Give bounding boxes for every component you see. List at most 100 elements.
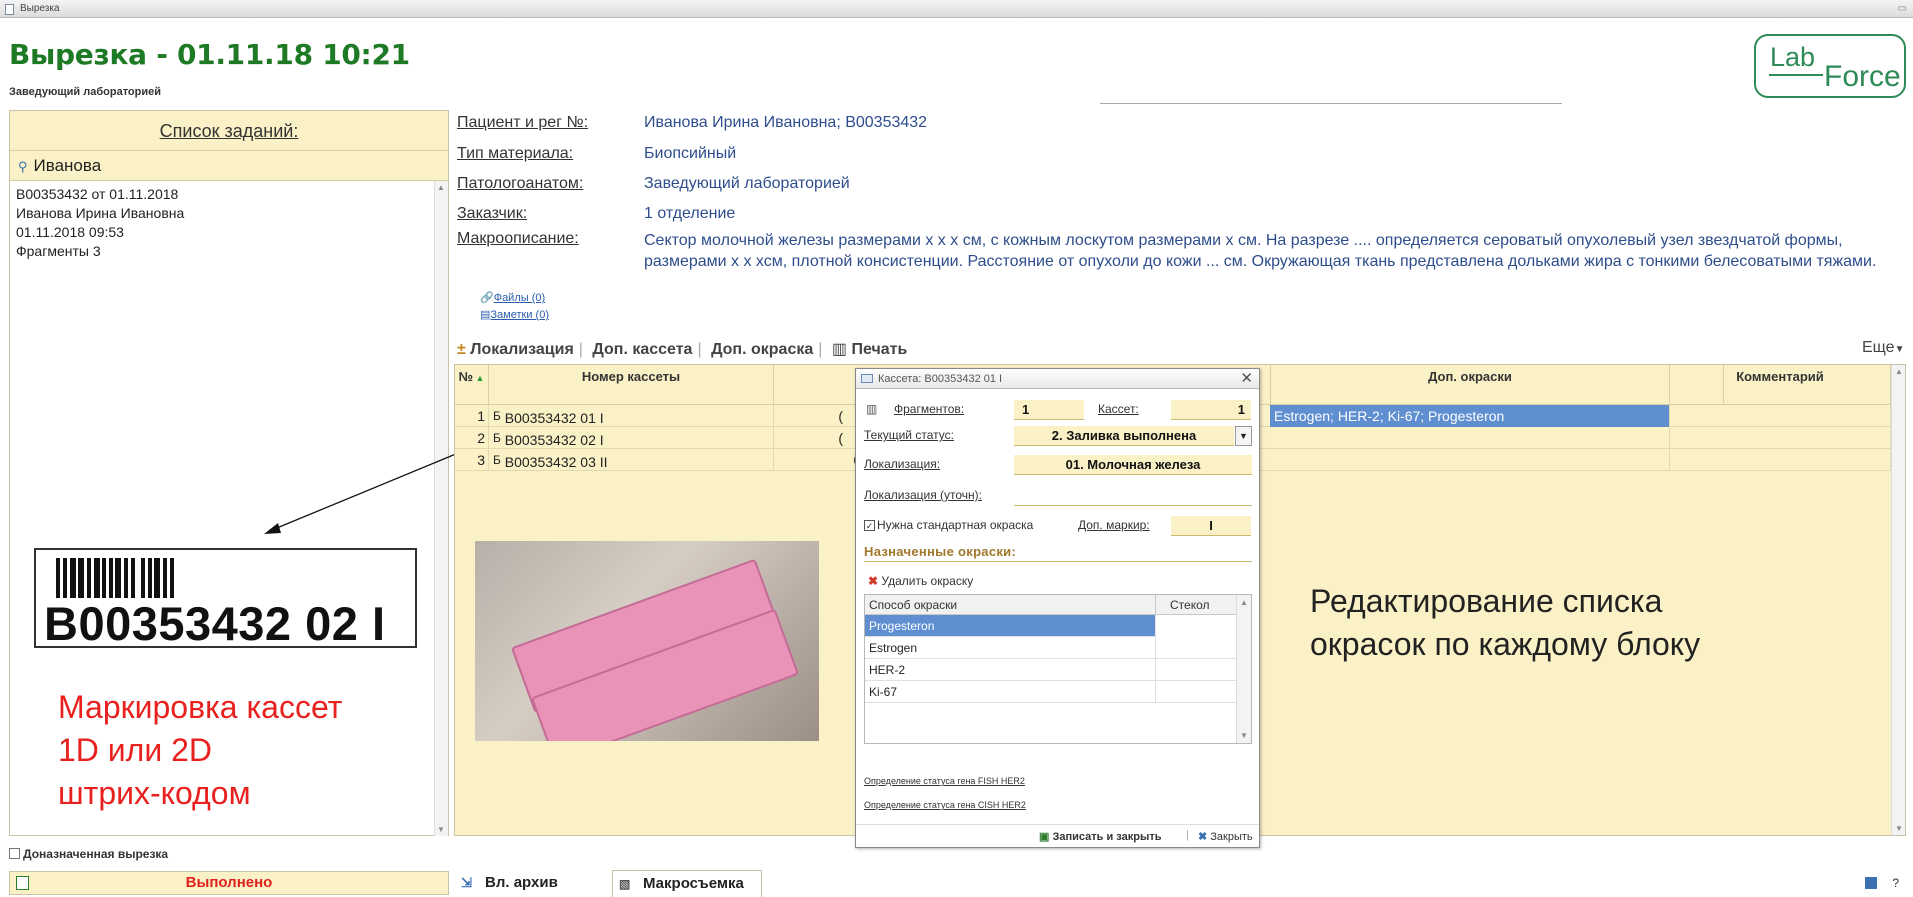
barcode-text: B00353432 02 I xyxy=(44,597,386,650)
labforce-logo: Lab Force xyxy=(1754,34,1906,98)
chevron-down-icon: ▼ xyxy=(1894,344,1905,355)
help-button[interactable]: ? xyxy=(1892,876,1899,890)
stain-table-scrollbar[interactable]: ▲ ▼ xyxy=(1236,595,1251,743)
cish-her2-link[interactable]: Определение статуса гена CISH HER2 xyxy=(864,800,1026,810)
sort-icon: ▲ xyxy=(473,373,485,383)
col-method[interactable]: Способ окраски xyxy=(869,595,957,615)
fish-her2-link[interactable]: Определение статуса гена FISH HER2 xyxy=(864,776,1025,786)
localization-detail-input[interactable] xyxy=(1014,486,1252,506)
col-num[interactable]: № ▲ xyxy=(455,365,489,405)
pathologist-value: Заведующий лабораторией xyxy=(644,175,850,192)
extra-stain-button[interactable]: Доп. окраска xyxy=(711,341,813,358)
files-link[interactable]: 🔗Файлы (0) xyxy=(480,290,549,307)
close-button[interactable]: ✖ Закрыть xyxy=(1198,830,1253,843)
status-label: Текущий статус: xyxy=(864,428,954,442)
stain-table-header: Способ окраски Стекол xyxy=(865,595,1237,615)
close-icon[interactable]: ✕ xyxy=(1240,369,1253,389)
window-titlebar: Вырезка ▭ xyxy=(0,0,1913,18)
scroll-up-icon[interactable]: ▲ xyxy=(437,183,445,192)
task-date: 01.11.2018 09:53 xyxy=(16,224,124,240)
stain-row[interactable]: Estrogen xyxy=(865,637,1237,659)
extra-mark-input[interactable]: I xyxy=(1171,516,1251,536)
checkbox-icon xyxy=(9,848,20,859)
customer-value: 1 отделение xyxy=(644,205,736,222)
stain-row[interactable]: Ki-67 xyxy=(865,681,1237,703)
task-list-title[interactable]: Список заданий: xyxy=(10,111,448,151)
scroll-down-icon[interactable]: ▼ xyxy=(1895,824,1903,833)
save-close-button[interactable]: ▣ Записать и закрыть xyxy=(1039,830,1162,843)
tab-archive[interactable]: ⇲ Вл. архив xyxy=(455,870,605,897)
save-icon: ▣ xyxy=(1039,831,1050,843)
scroll-down-icon[interactable]: ▼ xyxy=(1240,731,1248,740)
page-title: Вырезка - 01.11.18 10:21 xyxy=(9,38,410,71)
pathologist-label[interactable]: Патологоанатом: xyxy=(457,175,583,193)
delete-stain-button[interactable]: ✖ Удалить окраску xyxy=(868,574,973,588)
row-extra-stains xyxy=(1270,449,1670,471)
row-extra-stains: Estrogen; HER-2; Ki-67; Progesteron xyxy=(1270,405,1670,427)
cassette-photo xyxy=(475,541,819,741)
task-search[interactable]: ⚲ Иванова xyxy=(10,151,448,181)
logo-underline xyxy=(1769,74,1823,76)
editing-note: Редактирование списка окрасок по каждому… xyxy=(1310,580,1700,666)
dialog-title: Кассета: B00353432 01 I xyxy=(878,373,1003,385)
grid-scrollbar[interactable]: ▲ ▼ xyxy=(1891,365,1905,835)
status-select[interactable]: 2. Заливка выполнена xyxy=(1014,426,1234,446)
more-button[interactable]: Еще▼ xyxy=(1862,339,1904,357)
assigned-stains-title: Назначенные окраски: xyxy=(864,544,1017,559)
cassettes-input[interactable]: 1 xyxy=(1171,400,1251,420)
editing-note-line2: окрасок по каждому блоку xyxy=(1310,626,1701,662)
scroll-up-icon[interactable]: ▲ xyxy=(1895,367,1903,376)
divider xyxy=(1100,103,1562,104)
status-bar[interactable]: Выполнено xyxy=(9,871,449,895)
cassette-number: Б B00353432 03 II xyxy=(489,449,774,471)
material-label[interactable]: Тип материала: xyxy=(457,145,573,163)
info-icon[interactable] xyxy=(1865,877,1877,889)
tab-macro[interactable]: ▧ Макросъемка xyxy=(612,870,762,897)
divider xyxy=(864,561,1252,562)
archive-icon: ⇲ xyxy=(461,875,472,890)
scroll-down-icon[interactable]: ▼ xyxy=(437,825,445,834)
stain-row[interactable]: HER-2 xyxy=(865,659,1237,681)
fragments-input[interactable]: 1 xyxy=(1014,400,1084,420)
row-num: 1 xyxy=(455,405,489,427)
separator: | xyxy=(818,341,823,358)
extra-mark-label: Доп. маркир: xyxy=(1078,518,1150,532)
scroll-up-icon[interactable]: ▲ xyxy=(1240,598,1248,607)
grid-toolbar: ± Локализация | Доп. кассета | Доп. окраск… xyxy=(457,339,907,359)
separator: | xyxy=(1186,829,1189,841)
window-menu-icon[interactable]: ▭ xyxy=(1898,0,1907,18)
barcode-bars xyxy=(56,558,396,598)
chevron-down-icon[interactable]: ▼ xyxy=(1235,426,1252,446)
localization-input[interactable]: 01. Молочная железа xyxy=(1014,455,1252,475)
col-slides[interactable]: Стекол xyxy=(1155,595,1237,615)
localization-button[interactable]: Локализация xyxy=(470,341,574,358)
extra-cassette-button[interactable]: Доп. кассета xyxy=(592,341,692,358)
logo-part-force: Force xyxy=(1824,60,1901,93)
editing-note-line1: Редактирование списка xyxy=(1310,583,1663,619)
notes-link[interactable]: ▤Заметки (0) xyxy=(480,307,549,324)
window-icon xyxy=(861,374,873,383)
cassette-number: Б B00353432 01 I xyxy=(489,405,774,427)
patient-label[interactable]: Пациент и рег №: xyxy=(457,114,588,132)
patient-value: Иванова Ирина Ивановна; В00353432 xyxy=(644,114,928,131)
search-icon: ⚲ xyxy=(18,159,28,174)
print-button[interactable]: Печать xyxy=(851,341,907,358)
col-comment[interactable]: Комментарий xyxy=(1670,365,1891,405)
row-num: 3 xyxy=(455,449,489,471)
std-stain-checkbox[interactable]: ✓ Нужна стандартная окраска xyxy=(864,518,1033,532)
customer-label[interactable]: Заказчик: xyxy=(457,205,527,223)
delete-icon: ✖ xyxy=(868,574,879,588)
list-item[interactable]: В00353432 от 01.11.2018 Иванова Ирина Ив… xyxy=(10,181,448,265)
attachments: 🔗Файлы (0) ▤Заметки (0) xyxy=(480,290,549,324)
task-list-scrollbar[interactable]: ▲ ▼ xyxy=(434,181,448,836)
extra-cut-checkbox[interactable]: Доназначенная вырезка xyxy=(9,847,168,861)
task-id: В00353432 от 01.11.2018 xyxy=(16,186,179,202)
search-value[interactable]: Иванова xyxy=(34,156,102,175)
localization-detail-label: Локализация (уточн): xyxy=(864,488,983,502)
marking-note: Маркировка кассет 1D или 2D штрих-кодом xyxy=(58,686,342,815)
macro-label[interactable]: Макроописание: xyxy=(457,230,579,248)
col-cassette[interactable]: Номер кассеты xyxy=(489,365,774,405)
stain-row[interactable]: Progesteron xyxy=(865,615,1237,637)
col-extra-stains[interactable]: Доп. окраски xyxy=(1270,365,1670,405)
dialog-footer: ▣ Записать и закрыть | ✖ Закрыть xyxy=(856,824,1259,848)
